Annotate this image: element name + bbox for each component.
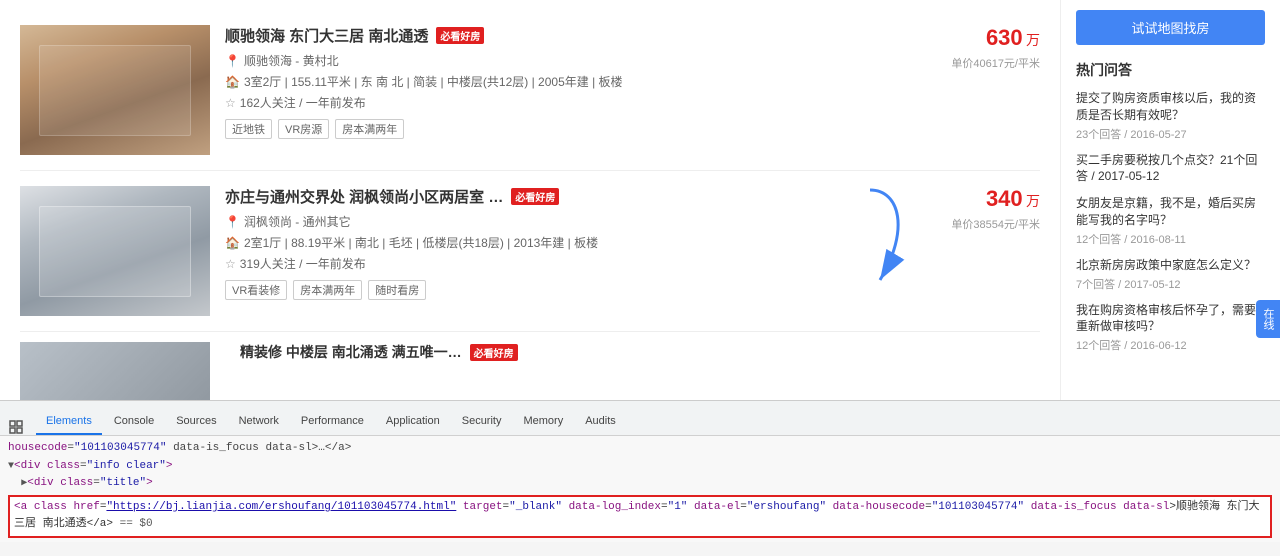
listing-image[interactable] xyxy=(20,25,210,155)
listing-details: 🏠 3室2厅 | 155.11平米 | 东 南 北 | 简装 | 中楼层(共12… xyxy=(225,73,920,90)
listing-image[interactable] xyxy=(20,186,210,316)
qa-title-4: 北京新房房政策中家庭怎么定义？ xyxy=(1076,257,1265,274)
devtools-left-icons xyxy=(8,419,28,435)
tag-years2: 房本满两年 xyxy=(293,280,362,300)
listing-stats: ☆ 319人关注 / 一年前发布 xyxy=(225,255,920,272)
qa-item-2[interactable]: 买二手房要税按几个点交？21个回答 / 2017-05-12 xyxy=(1076,152,1265,186)
listing-tag: 必看好房 xyxy=(436,27,484,44)
tag-vr-decor: VR看装修 xyxy=(225,280,287,300)
listing-title: 顺驰领海 东门大三居 南北通透 必看好房 xyxy=(225,25,920,46)
tab-network[interactable]: Network xyxy=(229,409,289,435)
tab-console[interactable]: Console xyxy=(104,409,164,435)
qa-item-5[interactable]: 我在购房资格审核后怀孕了，需要重新做审核吗？ 12个回答 / 2016-06-1… xyxy=(1076,302,1265,354)
qa-title-3: 女朋友是京籍，我不是，婚后买房能写我的名字吗？ xyxy=(1076,195,1265,229)
qa-item-1[interactable]: 提交了购房资质审核以后，我的资质是否长期有效呢？ 23个回答 / 2016-05… xyxy=(1076,90,1265,142)
listing-title-partial: 精装修 中楼层 南北涌透 满五唯一… 必看好房 xyxy=(240,342,1040,362)
qa-title-1: 提交了购房资质审核以后，我的资质是否长期有效呢？ xyxy=(1076,90,1265,124)
devtools-tabs: Elements Console Sources Network Perform… xyxy=(0,401,1280,436)
tab-memory[interactable]: Memory xyxy=(513,409,573,435)
sidebar-section-title: 热门问答 xyxy=(1076,60,1265,80)
listing-price-per: 单价38554元/平米 xyxy=(920,216,1040,232)
tab-application[interactable]: Application xyxy=(376,409,450,435)
tag-vr: VR房源 xyxy=(278,119,329,139)
listing-info-partial: 精装修 中楼层 南北涌透 满五唯一… 必看好房 xyxy=(225,342,1040,400)
qa-meta-5: 12个回答 / 2016-06-12 xyxy=(1076,337,1265,353)
listing-item: 顺驰领海 东门大三居 南北通透 必看好房 📍 顺驰领海 - 黄村北 🏠 3室2厅… xyxy=(20,10,1040,171)
listing-info: 亦庄与通州交界处 润枫领尚小区两居室 … 必看好房 📍 润枫领尚 - 通州其它 … xyxy=(225,186,920,316)
listing-price: 340 万 xyxy=(920,186,1040,212)
tag-years: 房本满两年 xyxy=(335,119,404,139)
listing-stats: ☆ 162人关注 / 一年前发布 xyxy=(225,94,920,111)
listing-tag: 必看好房 xyxy=(511,188,559,205)
devtools-content: housecode="101103045774" data-is_focus d… xyxy=(0,436,1280,542)
listing-tags: 近地铁 VR房源 房本满两年 xyxy=(225,119,920,139)
tab-sources[interactable]: Sources xyxy=(166,409,226,435)
qa-meta-4: 7个回答 / 2017-05-12 xyxy=(1076,276,1265,292)
qa-title-2: 买二手房要税按几个点交？21个回答 / 2017-05-12 xyxy=(1076,152,1265,186)
listing-title: 亦庄与通州交界处 润枫领尚小区两居室 … 必看好房 xyxy=(225,186,920,207)
listing-price-area: 630 万 单价40617元/平米 xyxy=(920,25,1040,155)
listing-tags: VR看装修 房本满两年 随时看房 xyxy=(225,280,920,300)
tab-audits[interactable]: Audits xyxy=(575,409,626,435)
tag-anytime: 随时看房 xyxy=(368,280,426,300)
devtools-panel: Elements Console Sources Network Perform… xyxy=(0,400,1280,542)
tab-security[interactable]: Security xyxy=(452,409,512,435)
listing-info: 顺驰领海 东门大三居 南北通透 必看好房 📍 顺驰领海 - 黄村北 🏠 3室2厅… xyxy=(225,25,920,155)
listing-area: 顺驰领海 东门大三居 南北通透 必看好房 📍 顺驰领海 - 黄村北 🏠 3室2厅… xyxy=(0,0,1060,400)
map-search-button[interactable]: 试试地图找房 xyxy=(1076,10,1265,45)
listing-details: 🏠 2室1厅 | 88.19平米 | 南北 | 毛坯 | 低楼层(共18层) |… xyxy=(225,234,920,251)
dom-line-2: ▼<div class="info clear"> xyxy=(8,458,1272,476)
qa-item-3[interactable]: 女朋友是京籍，我不是，婚后买房能写我的名字吗？ 12个回答 / 2016-08-… xyxy=(1076,195,1265,247)
qa-title-5: 我在购房资格审核后怀孕了，需要重新做审核吗？ xyxy=(1076,302,1265,336)
listing-item: 亦庄与通州交界处 润枫领尚小区两居室 … 必看好房 📍 润枫领尚 - 通州其它 … xyxy=(20,171,1040,332)
dom-line-3: ▶<div class="title"> xyxy=(8,475,1272,493)
tag-subway: 近地铁 xyxy=(225,119,272,139)
tab-elements[interactable]: Elements xyxy=(36,409,102,435)
listing-tag-partial: 必看好房 xyxy=(470,344,518,361)
chat-widget[interactable]: 在线 xyxy=(1256,300,1280,338)
listing-location: 📍 润枫领尚 - 通州其它 xyxy=(225,213,920,230)
dom-line-1: housecode="101103045774" data-is_focus d… xyxy=(8,440,1272,458)
devtools-toggle-icon[interactable] xyxy=(8,419,24,435)
sidebar: 试试地图找房 热门问答 提交了购房资质审核以后，我的资质是否长期有效呢？ 23个… xyxy=(1060,0,1280,400)
dom-selected-line[interactable]: <a class href="https://bj.lianjia.com/er… xyxy=(8,495,1272,538)
qa-meta-1: 23个回答 / 2016-05-27 xyxy=(1076,126,1265,142)
listing-price-area: 340 万 单价38554元/平米 xyxy=(920,186,1040,316)
qa-meta-3: 12个回答 / 2016-08-11 xyxy=(1076,231,1265,247)
tab-performance[interactable]: Performance xyxy=(291,409,374,435)
listing-item-partial: 精装修 中楼层 南北涌透 满五唯一… 必看好房 xyxy=(20,332,1040,400)
qa-item-4[interactable]: 北京新房房政策中家庭怎么定义？ 7个回答 / 2017-05-12 xyxy=(1076,257,1265,292)
listing-price: 630 万 xyxy=(920,25,1040,51)
listing-price-per: 单价40617元/平米 xyxy=(920,55,1040,71)
listing-location: 📍 顺驰领海 - 黄村北 xyxy=(225,52,920,69)
listing-image-partial[interactable] xyxy=(20,342,210,400)
